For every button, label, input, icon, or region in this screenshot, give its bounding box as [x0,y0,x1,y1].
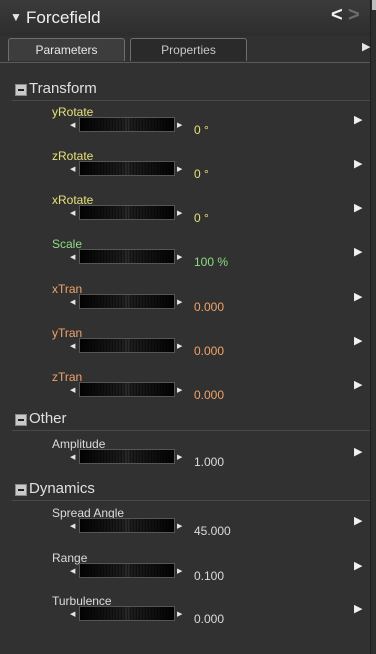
param-value[interactable]: 0 ° [194,211,209,225]
chevron-left-icon[interactable]: < [331,4,343,27]
dial-slider[interactable] [79,449,175,464]
param-menu-triangle-icon[interactable]: ▶ [354,514,362,527]
param-xrotate: xRotate ◀ ▶ 0 ° ▶ [46,193,376,235]
increment-triangle-icon[interactable]: ▶ [177,298,182,306]
increment-triangle-icon[interactable]: ▶ [177,342,182,350]
dial-slider[interactable] [79,606,175,621]
decrement-triangle-icon[interactable]: ◀ [70,165,75,173]
decrement-triangle-icon[interactable]: ◀ [70,386,75,394]
group-header-transform[interactable]: Transform [12,80,370,100]
group-label: Dynamics [29,480,95,497]
param-menu-triangle-icon[interactable]: ▶ [354,157,362,170]
divider [12,430,370,431]
param-zrotate: zRotate ◀ ▶ 0 ° ▶ [46,149,376,191]
param-menu-triangle-icon[interactable]: ▶ [354,378,362,391]
param-label: Scale [52,237,83,251]
param-menu-triangle-icon[interactable]: ▶ [354,201,362,214]
param-scale: Scale ◀ ▶ 100 % ▶ [46,237,376,279]
group-header-dynamics[interactable]: Dynamics [12,480,370,500]
param-value[interactable]: 100 % [194,255,228,269]
param-value[interactable]: 0 ° [194,167,209,181]
param-menu-triangle-icon[interactable]: ▶ [354,559,362,572]
minus-icon[interactable] [15,84,27,96]
panel-titlebar: ▼ Forcefield < > [0,0,370,36]
increment-triangle-icon[interactable]: ▶ [177,253,182,261]
param-label: zTran [52,370,83,384]
dial-slider[interactable] [79,563,175,578]
param-value[interactable]: 0.000 [194,344,224,358]
minus-icon[interactable] [15,414,27,426]
group-header-other[interactable]: Other [12,410,370,430]
param-menu-triangle-icon[interactable]: ▶ [354,602,362,615]
increment-triangle-icon[interactable]: ▶ [177,386,182,394]
param-menu-triangle-icon[interactable]: ▶ [354,445,362,458]
dial-slider[interactable] [79,294,175,309]
parameters-panel: ▼ Forcefield < > Parameters Properties ▶… [0,0,371,654]
increment-triangle-icon[interactable]: ▶ [177,522,182,530]
dial-slider[interactable] [79,518,175,533]
param-label: xTran [52,282,83,296]
param-value[interactable]: 1.000 [194,455,224,469]
param-spread-angle: Spread Angle ◀ ▶ 45.000 ▶ [46,506,376,548]
increment-triangle-icon[interactable]: ▶ [177,209,182,217]
tabs-menu-triangle-icon[interactable]: ▶ [362,40,370,53]
dial-slider[interactable] [79,382,175,397]
param-ytran: yTran ◀ ▶ 0.000 ▶ [46,326,376,368]
dial-slider[interactable] [79,205,175,220]
param-menu-triangle-icon[interactable]: ▶ [354,334,362,347]
decrement-triangle-icon[interactable]: ◀ [70,298,75,306]
increment-triangle-icon[interactable]: ▶ [177,121,182,129]
decrement-triangle-icon[interactable]: ◀ [70,209,75,217]
param-label: yTran [52,326,83,340]
dial-slider[interactable] [79,338,175,353]
param-xtran: xTran ◀ ▶ 0.000 ▶ [46,282,376,324]
tab-parameters[interactable]: Parameters [8,38,125,61]
tab-bar: Parameters Properties [0,38,370,63]
param-value[interactable]: 45.000 [194,524,231,538]
increment-triangle-icon[interactable]: ▶ [177,567,182,575]
divider [12,500,370,501]
decrement-triangle-icon[interactable]: ◀ [70,567,75,575]
group-label: Other [29,410,67,427]
window-edge [372,0,376,10]
divider [12,100,370,101]
decrement-triangle-icon[interactable]: ◀ [70,522,75,530]
param-value[interactable]: 0.000 [194,388,224,402]
decrement-triangle-icon[interactable]: ◀ [70,342,75,350]
chevron-right-icon[interactable]: > [348,4,360,27]
increment-triangle-icon[interactable]: ▶ [177,453,182,461]
param-menu-triangle-icon[interactable]: ▶ [354,245,362,258]
decrement-triangle-icon[interactable]: ◀ [70,453,75,461]
param-range: Range ◀ ▶ 0.100 ▶ [46,551,376,593]
panel-title: Forcefield [26,8,101,27]
param-ztran: zTran ◀ ▶ 0.000 ▶ [46,370,376,412]
param-value[interactable]: 0.000 [194,300,224,314]
collapse-triangle-icon[interactable]: ▼ [10,10,22,24]
decrement-triangle-icon[interactable]: ◀ [70,610,75,618]
dial-slider[interactable] [79,249,175,264]
param-value[interactable]: 0.100 [194,569,224,583]
decrement-triangle-icon[interactable]: ◀ [70,253,75,261]
dial-slider[interactable] [79,161,175,176]
increment-triangle-icon[interactable]: ▶ [177,165,182,173]
param-yrotate: yRotate ◀ ▶ 0 ° ▶ [46,105,376,147]
param-amplitude: Amplitude ◀ ▶ 1.000 ▶ [46,437,376,479]
decrement-triangle-icon[interactable]: ◀ [70,121,75,129]
group-label: Transform [29,80,97,97]
param-menu-triangle-icon[interactable]: ▶ [354,290,362,303]
minus-icon[interactable] [15,484,27,496]
increment-triangle-icon[interactable]: ▶ [177,610,182,618]
param-turbulence: Turbulence ◀ ▶ 0.000 ▶ [46,594,376,636]
param-value[interactable]: 0 ° [194,123,209,137]
dial-slider[interactable] [79,117,175,132]
parameter-list: Transform yRotate ◀ ▶ 0 ° ▶ zRotate ◀ ▶ … [6,76,370,652]
param-value[interactable]: 0.000 [194,612,224,626]
param-menu-triangle-icon[interactable]: ▶ [354,113,362,126]
tab-properties[interactable]: Properties [130,38,247,61]
